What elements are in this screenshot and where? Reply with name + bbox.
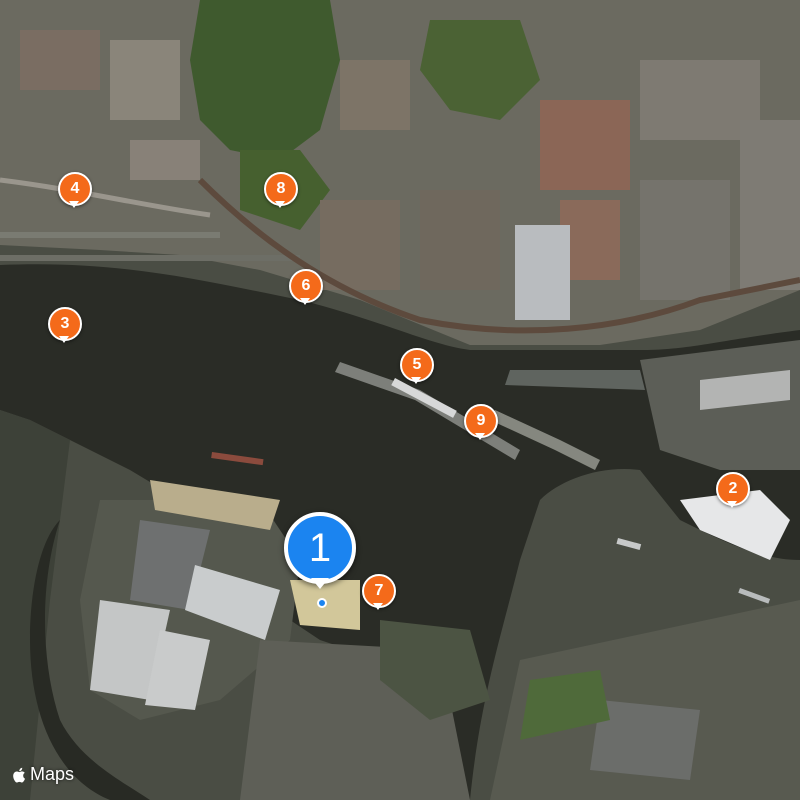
pin-tail	[411, 377, 421, 384]
selected-pin-tail	[311, 578, 329, 589]
pin-tail	[727, 501, 737, 508]
pin-tail	[475, 433, 485, 440]
map-pin-2[interactable]: 2	[716, 472, 750, 512]
attribution-text: Maps	[30, 764, 75, 784]
map-pin-6[interactable]: 6	[289, 269, 323, 309]
map-pin-9[interactable]: 9	[464, 404, 498, 444]
satellite-map[interactable]: 2 3 4 5 6 7 8 9 1 Maps	[0, 0, 800, 800]
apple-logo-icon	[13, 767, 25, 783]
map-pin-8[interactable]: 8	[264, 172, 298, 212]
pin-tail	[300, 298, 310, 305]
map-imagery	[0, 0, 800, 800]
map-pin-4[interactable]: 4	[58, 172, 92, 212]
maps-attribution[interactable]: Maps	[12, 764, 74, 785]
selected-map-pin-1[interactable]: 1	[284, 512, 356, 612]
map-pin-3[interactable]: 3	[48, 307, 82, 347]
pin-tail	[59, 336, 69, 343]
pin-tail	[69, 201, 79, 208]
map-pin-5[interactable]: 5	[400, 348, 434, 388]
pin-tail	[275, 201, 285, 208]
map-pin-7[interactable]: 7	[362, 574, 396, 614]
pin-tail	[373, 603, 383, 610]
selected-pin-label: 1	[284, 512, 356, 584]
location-dot	[317, 598, 327, 608]
